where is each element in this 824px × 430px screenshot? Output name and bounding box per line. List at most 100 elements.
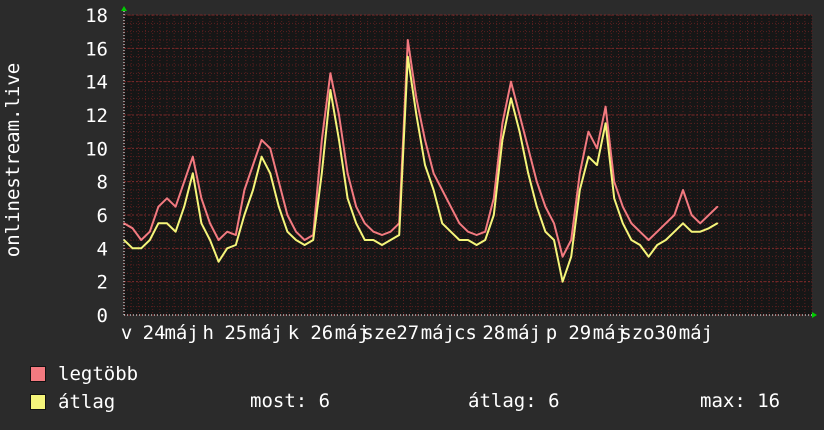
data-point-max — [235, 234, 237, 236]
data-point-avg — [200, 222, 203, 225]
data-point-avg — [527, 172, 529, 175]
data-point-max — [432, 172, 435, 175]
data-point-max — [475, 234, 478, 236]
data-point-avg — [699, 230, 701, 233]
data-point-avg — [157, 222, 160, 225]
y-tick-label: 10 — [85, 138, 108, 160]
x-tick-label: 27 — [396, 322, 419, 344]
data-point-max — [604, 105, 607, 108]
data-point-avg — [475, 244, 478, 246]
data-point-max — [131, 227, 134, 230]
data-point-avg — [570, 255, 572, 258]
data-point-max — [252, 164, 254, 166]
data-point-max — [656, 230, 658, 233]
data-point-avg — [656, 244, 658, 246]
data-point-max — [260, 139, 263, 141]
data-point-max — [441, 189, 444, 191]
data-point-max — [501, 122, 504, 125]
x-tick-label: h — [203, 322, 214, 344]
x-tick-label: 24 — [143, 322, 166, 344]
data-point-avg — [174, 230, 177, 233]
data-point-max — [467, 230, 469, 233]
data-point-max — [295, 230, 297, 233]
data-point-avg — [226, 247, 228, 250]
data-point-avg — [484, 239, 487, 241]
data-point-max — [243, 189, 246, 191]
chart-area: 0 2 4 6 8 10 12 14 16 18 v 24 máj h 25 máj k 26 máj sze 27 má… — [0, 0, 824, 350]
data-point-max — [493, 197, 495, 200]
data-point-avg — [501, 139, 504, 141]
data-point-max — [518, 114, 521, 116]
stat-average: átlag: 6 — [468, 390, 560, 412]
data-point-avg — [630, 239, 633, 241]
data-point-avg — [192, 172, 194, 175]
data-point-avg — [596, 164, 598, 166]
x-tick-label: máj — [421, 322, 455, 344]
data-point-max — [673, 214, 676, 216]
x-tick-label: 26 — [310, 322, 333, 344]
y-tick-label: 2 — [97, 272, 108, 294]
data-point-max — [346, 172, 349, 175]
data-point-avg — [415, 114, 418, 116]
x-tick-label: cs — [454, 322, 477, 344]
data-point-max — [561, 255, 564, 258]
data-point-max — [140, 239, 142, 241]
data-point-avg — [355, 222, 358, 225]
data-point-max — [407, 39, 409, 41]
data-point-avg — [493, 214, 495, 216]
data-point-avg — [338, 139, 340, 141]
data-point-max — [424, 139, 426, 141]
data-point-avg — [398, 234, 401, 236]
y-tick-label: 16 — [85, 38, 108, 60]
x-tick-label: p — [546, 322, 557, 344]
data-point-avg — [140, 247, 142, 250]
data-point-max — [157, 205, 160, 208]
data-point-max — [570, 239, 572, 241]
data-point-avg — [149, 239, 151, 241]
data-point-max — [699, 222, 701, 225]
data-point-max — [630, 222, 633, 225]
data-point-avg — [458, 239, 461, 241]
data-point-max — [553, 222, 555, 225]
data-point-max — [510, 80, 512, 83]
data-point-max — [690, 214, 693, 216]
data-point-avg — [329, 89, 332, 91]
data-point-max — [174, 205, 177, 208]
data-point-max — [321, 139, 323, 141]
data-point-avg — [389, 239, 392, 241]
data-point-avg — [243, 214, 246, 216]
data-point-avg — [166, 222, 168, 225]
data-point-avg — [639, 244, 641, 246]
data-point-avg — [346, 197, 349, 200]
data-point-avg — [131, 247, 134, 250]
data-point-max — [450, 205, 452, 208]
x-tick-label: máj — [164, 322, 198, 344]
data-point-avg — [579, 189, 581, 191]
data-point-max — [458, 222, 461, 225]
data-point-avg — [260, 155, 263, 158]
x-tick-label: sze — [362, 322, 396, 344]
data-point-avg — [441, 222, 444, 225]
stat-now: most: 6 — [250, 390, 331, 412]
data-point-max — [665, 222, 667, 225]
data-point-avg — [682, 222, 684, 225]
data-point-avg — [235, 244, 237, 246]
x-tick-label: v — [121, 322, 132, 344]
data-point-avg — [536, 205, 538, 208]
data-point-max — [355, 205, 358, 208]
x-tick-label: máj — [249, 322, 283, 344]
y-axis-title-wrap: onlinestream.live — [0, 0, 26, 320]
y-axis-title: onlinestream.live — [2, 62, 24, 258]
x-tick-label: szo — [620, 322, 654, 344]
y-axis-arrow — [121, 6, 127, 11]
data-point-avg — [467, 239, 469, 241]
data-point-avg — [561, 280, 564, 283]
data-point-avg — [665, 239, 667, 241]
data-point-max — [166, 197, 168, 200]
data-point-avg — [269, 172, 272, 175]
x-tick-label: 30 — [654, 322, 677, 344]
data-point-max — [209, 222, 211, 225]
y-tick-label: 12 — [85, 105, 108, 127]
data-point-max — [149, 230, 151, 233]
data-point-avg — [286, 230, 289, 233]
